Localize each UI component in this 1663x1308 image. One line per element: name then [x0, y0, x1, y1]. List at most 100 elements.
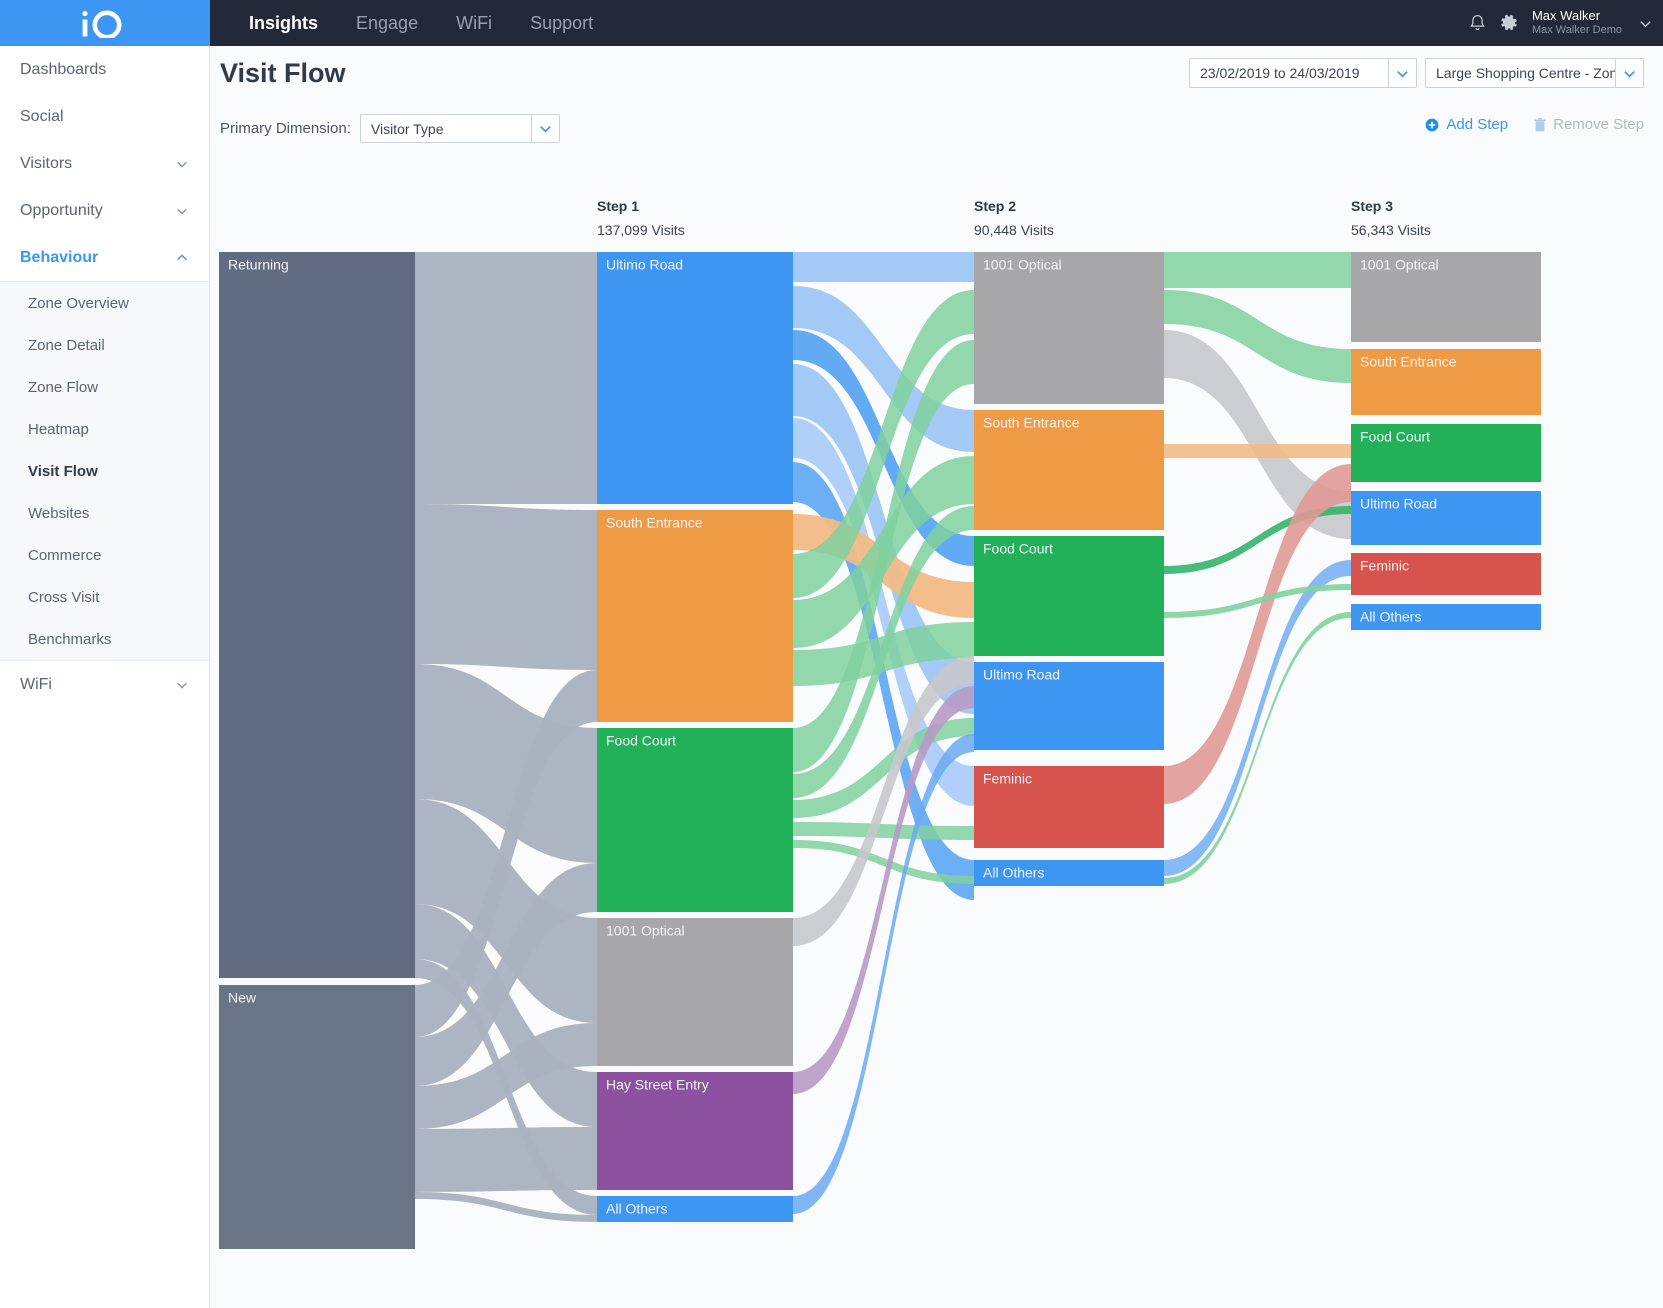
chevron-down-icon[interactable] — [1388, 59, 1416, 87]
sidebar-item-cross-visit[interactable]: Cross Visit — [0, 576, 209, 618]
sankey-node-label: All Others — [606, 1200, 667, 1216]
top-bar: Insights Engage WiFi Support Max Walker … — [0, 0, 1663, 46]
step-header-visits: 56,343 Visits — [1351, 222, 1431, 238]
step-header-name: Step 2 — [974, 198, 1016, 214]
sidebar-item-behaviour[interactable]: Behaviour — [0, 234, 209, 281]
sankey-node-label: Ultimo Road — [606, 256, 683, 272]
sankey-node-label: 1001 Optical — [1360, 256, 1439, 272]
user-name: Max Walker — [1531, 8, 1601, 24]
location-select[interactable]: Large Shopping Centre - Zones — [1425, 58, 1644, 88]
sidebar-subitem-label: Websites — [28, 504, 90, 522]
step-actions: Add Step Remove Step — [1425, 116, 1644, 133]
primary-dimension-value: Visitor Type — [370, 120, 444, 137]
primary-dimension-label: Primary Dimension: — [220, 120, 351, 137]
sankey-node-label: 1001 Optical — [606, 922, 685, 938]
sankey-node[interactable] — [597, 728, 793, 912]
sankey-node-label: Returning — [228, 256, 289, 272]
chevron-down-icon[interactable] — [1615, 59, 1643, 87]
sankey-node-label: South Entrance — [606, 514, 703, 530]
sidebar-item-heatmap[interactable]: Heatmap — [0, 408, 209, 450]
page-title: Visit Flow — [220, 58, 346, 88]
primary-dimension-row: Primary Dimension: Visitor Type — [220, 114, 560, 143]
sidebar-subitem-label: Zone Detail — [28, 336, 105, 354]
sankey-node-label: Feminic — [1360, 557, 1409, 573]
top-nav-wifi[interactable]: WiFi — [437, 0, 511, 46]
sankey-node[interactable] — [597, 252, 793, 504]
brand-logo[interactable] — [0, 0, 210, 46]
sankey-node[interactable] — [597, 510, 793, 722]
content-area: Visit Flow Primary Dimension: Visitor Ty… — [211, 46, 1663, 1308]
chevron-down-icon[interactable] — [530, 115, 559, 142]
sidebar-item-zone-overview[interactable]: Zone Overview — [0, 282, 209, 324]
sankey-node-label: Food Court — [606, 732, 676, 748]
sankey-link[interactable] — [415, 1127, 597, 1192]
sidebar: Dashboards Social Visitors Opportunity B… — [0, 46, 210, 1308]
sidebar-item-wifi[interactable]: WiFi — [0, 661, 209, 708]
sankey-node-label: Food Court — [1360, 428, 1430, 444]
sankey-links — [415, 252, 1351, 1222]
sankey-node[interactable] — [219, 985, 415, 1249]
sankey-node-label: Ultimo Road — [1360, 495, 1437, 511]
gear-icon[interactable] — [1500, 14, 1518, 32]
sidebar-item-visitors[interactable]: Visitors — [0, 140, 209, 187]
sankey-node-label: South Entrance — [983, 414, 1080, 430]
sankey-node-label: 1001 Optical — [983, 256, 1062, 272]
sidebar-subitem-label: Cross Visit — [28, 588, 100, 606]
location-value: Large Shopping Centre - Zones — [1436, 65, 1633, 81]
add-step-button[interactable]: Add Step — [1425, 116, 1508, 133]
sidebar-item-zone-flow[interactable]: Zone Flow — [0, 366, 209, 408]
top-nav-engage[interactable]: Engage — [337, 0, 437, 46]
sidebar-subnav-behaviour: Zone Overview Zone Detail Zone Flow Heat… — [0, 281, 209, 661]
top-bar-right: Max Walker Max Walker Demo — [1469, 0, 1653, 46]
sidebar-item-label: Opportunity — [20, 201, 103, 219]
date-range-select[interactable]: 23/02/2019 to 24/03/2019 — [1189, 58, 1417, 88]
visit-flow-sankey: Returning New Ultimo Road South Entrance Foo… — [211, 194, 1663, 1308]
sidebar-item-commerce[interactable]: Commerce — [0, 534, 209, 576]
sankey-link[interactable] — [415, 504, 597, 670]
step-header-visits: 137,099 Visits — [597, 222, 685, 238]
sankey-node-label: Ultimo Road — [983, 666, 1060, 682]
sankey-step-headers: Step 1 137,099 Visits Step 2 90,448 Visits S… — [597, 198, 1431, 238]
sidebar-subitem-label: Commerce — [28, 546, 102, 564]
sankey-chart[interactable]: Returning New Ultimo Road South Entrance Foo… — [211, 194, 1663, 1308]
primary-dimension-select[interactable]: Visitor Type — [359, 114, 560, 143]
sidebar-item-visit-flow[interactable]: Visit Flow — [0, 450, 209, 492]
sankey-link[interactable] — [793, 252, 974, 282]
sankey-node[interactable] — [597, 918, 793, 1066]
sankey-node[interactable] — [219, 252, 415, 978]
sidebar-subitem-label: Visit Flow — [28, 462, 98, 480]
sidebar-item-label: Social — [20, 107, 64, 125]
top-nav-support[interactable]: Support — [511, 0, 612, 46]
step-header-name: Step 1 — [597, 198, 639, 214]
sankey-link[interactable] — [415, 252, 597, 504]
sidebar-item-zone-detail[interactable]: Zone Detail — [0, 324, 209, 366]
step-header-name: Step 3 — [1351, 198, 1393, 214]
sankey-link[interactable] — [1164, 560, 1351, 876]
user-chevron-down-icon[interactable] — [1636, 16, 1653, 31]
sankey-node-label: Hay Street Entry — [606, 1076, 709, 1092]
sidebar-item-dashboards[interactable]: Dashboards — [0, 46, 209, 93]
sidebar-item-label: Visitors — [20, 154, 73, 172]
date-range-value: 23/02/2019 to 24/03/2019 — [1200, 65, 1360, 81]
sidebar-item-benchmarks[interactable]: Benchmarks — [0, 618, 209, 660]
app-root: Insights Engage WiFi Support Max Walker … — [0, 0, 1663, 1308]
sidebar-item-websites[interactable]: Websites — [0, 492, 209, 534]
bell-icon[interactable] — [1469, 14, 1486, 32]
sankey-link[interactable] — [793, 822, 974, 840]
sidebar-subitem-label: Zone Flow — [28, 378, 99, 396]
chevron-down-icon — [177, 682, 187, 689]
sankey-link[interactable] — [1164, 444, 1351, 458]
user-menu[interactable]: Max Walker Max Walker Demo — [1531, 8, 1622, 37]
filters-row: 23/02/2019 to 24/03/2019 Large Shopping … — [1189, 58, 1644, 88]
plus-circle-icon — [1426, 118, 1439, 131]
sankey-link[interactable] — [1164, 252, 1351, 288]
top-nav-insights[interactable]: Insights — [230, 0, 337, 46]
sankey-node[interactable] — [974, 252, 1164, 404]
remove-step-button[interactable]: Remove Step — [1534, 116, 1644, 133]
sidebar-item-label: Dashboards — [20, 60, 107, 78]
sidebar-item-opportunity[interactable]: Opportunity — [0, 187, 209, 234]
sankey-link[interactable] — [1164, 584, 1351, 618]
top-nav: Insights Engage WiFi Support — [230, 0, 612, 46]
sankey-node-label: Food Court — [983, 540, 1053, 556]
sidebar-item-social[interactable]: Social — [0, 93, 209, 140]
